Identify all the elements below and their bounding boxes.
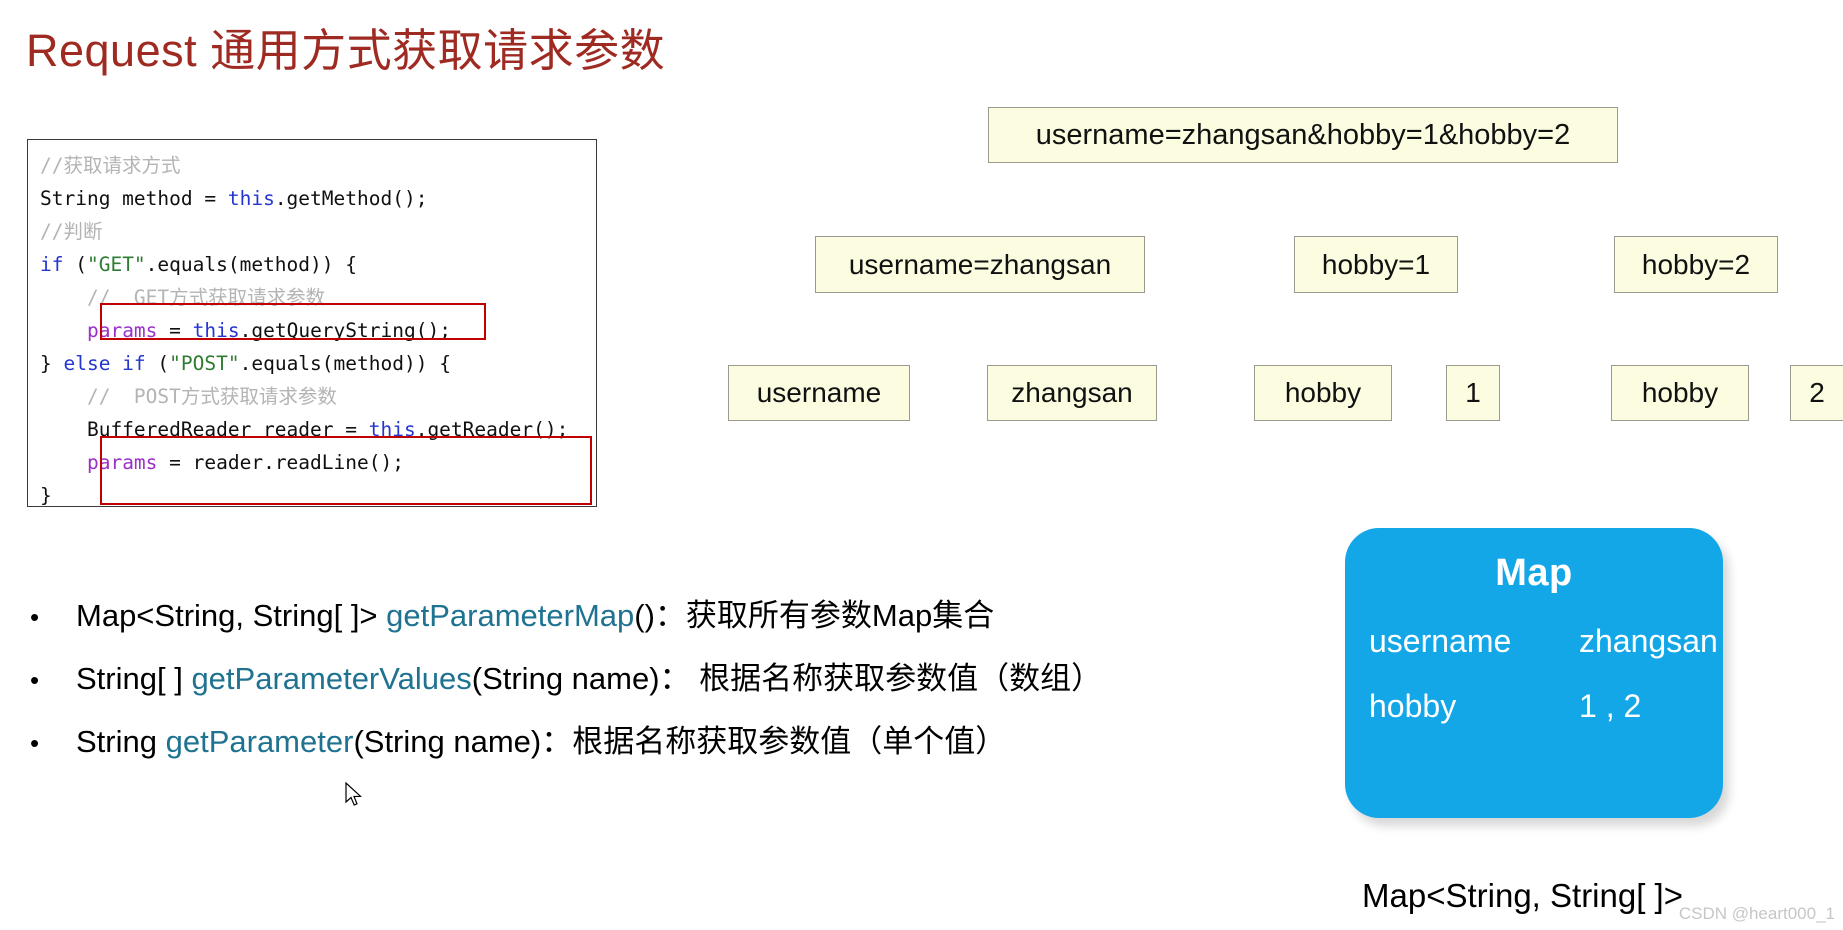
code-token-plain: .getMethod(); (274, 187, 428, 210)
code-token-plain: ( (63, 253, 87, 276)
api-method-name: getParameterValues (191, 661, 472, 696)
flow-box-key-hobby-2: hobby (1611, 365, 1749, 421)
code-token-string: "POST" (169, 352, 240, 375)
code-line: //判断 (40, 215, 584, 248)
flow-box-key-username: username (728, 365, 910, 421)
api-method-text: String[ ] getParameterValues(String name… (76, 659, 1102, 699)
api-method-signature-prefix: String[ ] (76, 661, 192, 696)
code-line: String method = this.getMethod(); (40, 182, 584, 215)
code-token-plain: } (40, 484, 52, 507)
map-entry-value: zhangsan (1579, 623, 1718, 659)
code-line: // POST方式获取请求参数 (40, 380, 584, 413)
code-token-plain: } (40, 352, 64, 375)
flow-box-key-hobby-1: hobby (1254, 365, 1392, 421)
api-method-description: ()：获取所有参数Map集合 (634, 598, 995, 633)
code-token-comment: // GET方式获取请求参数 (40, 286, 326, 309)
code-line: // GET方式获取请求参数 (40, 281, 584, 314)
api-method-text: Map<String, String[ ]> getParameterMap()… (76, 596, 994, 636)
api-method-name: getParameter (165, 724, 354, 759)
code-line: BufferedReader reader = this.getReader()… (40, 413, 584, 446)
api-method-item: • Map<String, String[ ]> getParameterMap(… (28, 596, 1288, 637)
bullet-dot-icon: • (30, 665, 40, 695)
map-entry-row: username zhangsan (1345, 623, 1723, 660)
map-entry-key: hobby (1369, 688, 1457, 724)
code-token-keyword: this (368, 418, 416, 441)
code-token-plain: ( (145, 352, 170, 375)
map-entry-value: 1 , 2 (1579, 688, 1642, 724)
flow-box-query-string: username=zhangsan&hobby=1&hobby=2 (988, 107, 1618, 163)
map-card-entries: username zhangsan hobby 1 , 2 (1345, 623, 1723, 725)
code-token-plain: = (157, 319, 193, 342)
code-token-comment: // POST方式获取请求参数 (40, 385, 337, 408)
page-title: Request 通用方式获取请求参数 (26, 25, 666, 76)
code-token-keyword: if (40, 253, 64, 276)
flow-box-value-hobby-1: 1 (1446, 365, 1500, 421)
api-method-signature-prefix: Map<String, String[ ]> (76, 598, 387, 633)
code-line: //获取请求方式 (40, 149, 584, 182)
bullet-dot-icon: • (30, 602, 40, 632)
flow-box-param-pair-2: hobby=2 (1614, 236, 1778, 293)
code-line: params = reader.readLine(); (40, 446, 584, 479)
api-method-signature-prefix: String (76, 724, 166, 759)
api-method-item: • String[ ] getParameterValues(String nam… (28, 659, 1288, 700)
api-method-text: String getParameter(String name)：根据名称获取参… (76, 722, 1006, 762)
code-token-var: params (86, 319, 158, 342)
map-card: Map username zhangsan hobby 1 , 2 (1345, 528, 1723, 818)
code-token-plain: .getQueryString(); (239, 319, 451, 342)
map-card-title: Map (1495, 552, 1573, 594)
code-lines: //获取请求方式 String method = this.getMethod()… (40, 149, 584, 512)
watermark: CSDN @heart000_1 (1678, 904, 1835, 923)
code-token-var: params (86, 451, 158, 474)
map-entry-row: hobby 1 , 2 (1345, 688, 1723, 725)
flow-box-param-pair-0: username=zhangsan (815, 236, 1145, 293)
code-token-plain: = reader.readLine(); (157, 451, 404, 474)
code-token-plain: BufferedReader reader = (40, 418, 369, 441)
code-token-keyword: else if (63, 352, 146, 375)
code-token-comment: //判断 (40, 220, 103, 243)
code-token-comment: //获取请求方式 (40, 154, 181, 177)
code-token-string: "GET" (86, 253, 146, 276)
api-method-name: getParameterMap (386, 598, 635, 633)
mouse-cursor-icon (345, 782, 362, 806)
code-line: } (40, 479, 584, 512)
code-token-plain: .equals(method)) { (239, 352, 451, 375)
flow-box-value-zhangsan: zhangsan (987, 365, 1157, 421)
code-token-plain: .getReader(); (415, 418, 569, 441)
flow-box-value-hobby-2: 2 (1790, 365, 1843, 421)
flow-box-param-pair-1: hobby=1 (1294, 236, 1458, 293)
map-entry-key: username (1369, 623, 1512, 659)
code-line: if ("GET".equals(method)) { (40, 248, 584, 281)
map-card-caption: Map<String, String[ ]> (1362, 877, 1683, 914)
code-panel: //获取请求方式 String method = this.getMethod()… (27, 139, 597, 507)
code-line: } else if ("POST".equals(method)) { (40, 347, 584, 380)
code-token-plain: String method = (40, 187, 228, 210)
code-token-keyword: this (192, 319, 240, 342)
code-token-keyword: this (227, 187, 275, 210)
api-method-description: (String name)：根据名称获取参数值（单个值） (353, 724, 1007, 759)
api-method-list: • Map<String, String[ ]> getParameterMap(… (28, 596, 1288, 785)
code-line: params = this.getQueryString(); (40, 314, 584, 347)
api-method-description: (String name)： 根据名称获取参数值（数组） (471, 661, 1103, 696)
api-method-item: • String getParameter(String name)：根据名称获取… (28, 722, 1288, 763)
code-token-plain: .equals(method)) { (145, 253, 357, 276)
bullet-dot-icon: • (30, 728, 40, 758)
